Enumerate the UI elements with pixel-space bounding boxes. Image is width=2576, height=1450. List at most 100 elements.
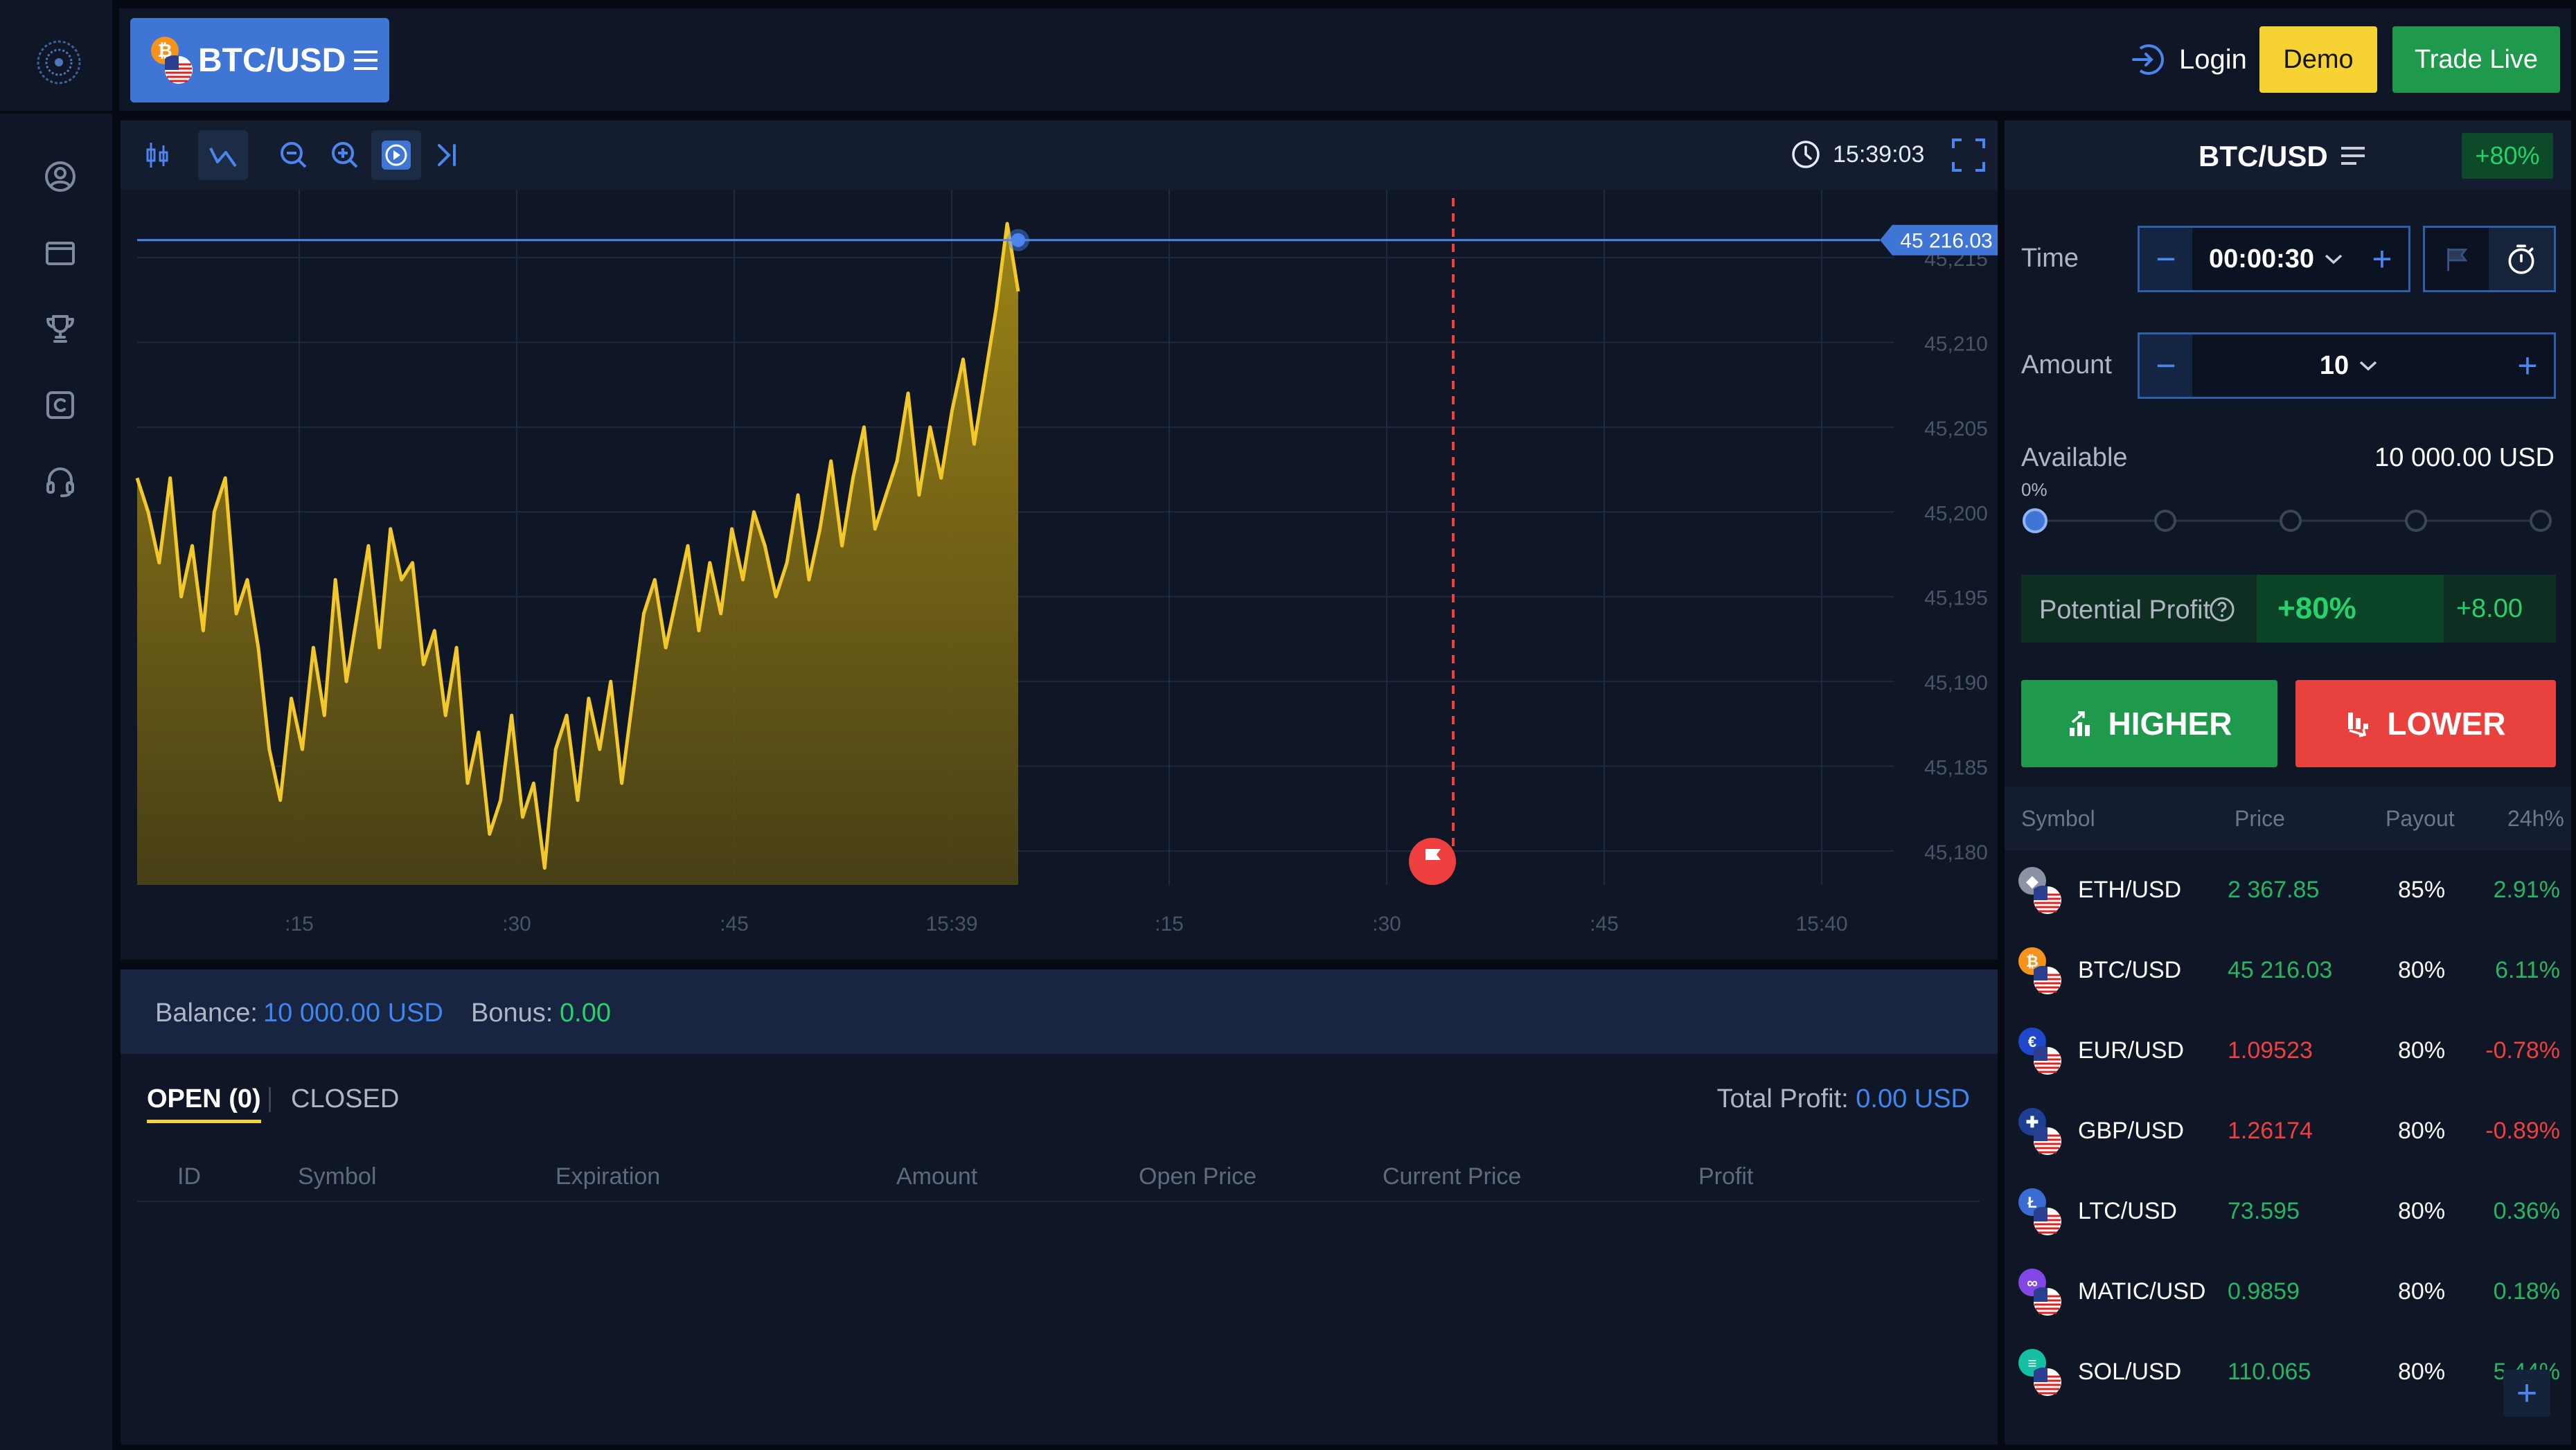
market-row[interactable]: Ł LTC/USD 73.595 80% 0.36% xyxy=(2005,1172,2571,1251)
market-symbol: GBP/USD xyxy=(2078,1118,2185,1144)
markets-list: Symbol Price Payout 24h% ◆ ETH/USD 2 367.8… xyxy=(2005,787,2571,1444)
clock-time: 15:39:03 xyxy=(1833,141,1925,168)
expiry-mode-toggle xyxy=(2423,226,2556,292)
menu-icon[interactable] xyxy=(2340,144,2366,168)
price-chart[interactable]: 45,21545,21045,20545,20045,19545,19045,1… xyxy=(121,190,1998,960)
payout-badge: +80% xyxy=(2462,133,2553,179)
zoom-in-tool[interactable] xyxy=(320,130,370,180)
amount-increase-button[interactable]: + xyxy=(2501,334,2554,397)
y-tick-label: 45,180 xyxy=(1924,841,1988,864)
market-payout: 85% xyxy=(2398,877,2446,903)
market-change: -0.78% xyxy=(2485,1037,2560,1064)
market-row[interactable]: ∞ MATIC/USD 0.9859 80% 0.18% xyxy=(2005,1252,2571,1332)
y-tick-label: 45,200 xyxy=(1924,502,1988,525)
col-24h: 24h% xyxy=(2507,806,2564,831)
login-icon xyxy=(2132,44,2164,75)
available-label: Available xyxy=(2021,443,2128,472)
symbol-selector-button[interactable]: ₿ BTC/USD xyxy=(130,18,389,102)
fullscreen-icon[interactable] xyxy=(1949,136,1988,174)
zoom-out-tool[interactable] xyxy=(269,130,319,180)
demo-button[interactable]: Demo xyxy=(2259,26,2377,93)
expiry-timer-button[interactable] xyxy=(2489,228,2554,290)
trade-panel: BTC/USD +80% Time − 00:00:30 + Amount − xyxy=(2005,120,2571,787)
market-payout: 80% xyxy=(2398,1359,2446,1385)
x-tick-label: :30 xyxy=(1372,913,1401,936)
col-symbol: Symbol xyxy=(2021,806,2095,831)
time-value-text: 00:00:30 xyxy=(2208,244,2315,274)
candlestick-icon xyxy=(146,143,168,168)
markets-header: Symbol Price Payout 24h% xyxy=(2005,787,2571,850)
market-row[interactable]: ≡SOL/USD110.06580%5.44% xyxy=(2005,1332,2571,1412)
time-decrease-button[interactable]: − xyxy=(2140,228,2192,290)
expiry-flag-button[interactable] xyxy=(2425,228,2490,290)
expiry-marker xyxy=(1409,838,1456,885)
chart-down-icon xyxy=(2348,713,2369,737)
market-payout: 80% xyxy=(2398,1037,2446,1064)
jump-to-latest-tool[interactable] xyxy=(423,130,472,180)
line-chart-tool[interactable] xyxy=(198,130,248,180)
x-tick-label: :30 xyxy=(502,913,531,936)
market-payout: 80% xyxy=(2398,1198,2446,1224)
col-expiration: Expiration xyxy=(556,1163,661,1190)
chart-up-icon xyxy=(2069,711,2090,736)
user-circle-icon xyxy=(45,161,75,192)
pair-icon: ≡ xyxy=(2018,1349,2061,1396)
market-change: 0.18% xyxy=(2493,1278,2560,1305)
login-button[interactable]: Login xyxy=(2131,30,2247,89)
market-row[interactable]: € EUR/USD 1.09523 80% -0.78% xyxy=(2005,1011,2571,1091)
market-price: 1.09523 xyxy=(2228,1037,2313,1064)
autoscroll-tool[interactable] xyxy=(371,130,421,180)
candles-tool[interactable] xyxy=(133,130,183,180)
higher-button[interactable]: HIGHER xyxy=(2021,680,2277,767)
pair-icon: ✚ xyxy=(2018,1108,2061,1155)
skip-end-icon xyxy=(438,144,456,166)
pair-icon: ◆ xyxy=(2018,867,2061,914)
x-tick-label: :45 xyxy=(1590,913,1619,936)
amount-value[interactable]: 10 xyxy=(2192,334,2505,397)
btc-usd-pair-icon: ₿ xyxy=(151,37,193,84)
market-row[interactable]: ₿ BTC/USD 45 216.03 80% 6.11% xyxy=(2005,931,2571,1010)
market-row[interactable]: ✚ GBP/USD 1.26174 80% -0.89% xyxy=(2005,1091,2571,1171)
amount-slider[interactable] xyxy=(2021,501,2555,540)
svg-text:Ł: Ł xyxy=(2027,1194,2036,1211)
pair-icon: Ł xyxy=(2018,1188,2061,1235)
col-open-price: Open Price xyxy=(1139,1163,1257,1190)
amount-decrease-button[interactable]: − xyxy=(2140,334,2192,397)
market-row[interactable]: ◆ ETH/USD 2 367.85 85% 2.91% xyxy=(2005,850,2571,930)
brand-logo[interactable] xyxy=(31,35,87,90)
tab-closed[interactable]: CLOSED xyxy=(291,1084,399,1114)
help-icon[interactable] xyxy=(2208,596,2236,623)
available-value: 10 000.00 USD xyxy=(2374,443,2555,472)
server-clock: 15:39:03 xyxy=(1790,138,1924,170)
nav-support[interactable] xyxy=(39,460,82,503)
time-increase-button[interactable]: + xyxy=(2356,228,2408,290)
trade-live-button[interactable]: Trade Live xyxy=(2392,26,2560,93)
nav-wallet[interactable] xyxy=(39,231,82,274)
chevron-down-icon xyxy=(2359,361,2377,371)
amount-value-text: 10 xyxy=(2319,350,2350,380)
tab-open[interactable]: OPEN (0) xyxy=(147,1084,261,1123)
rail-divider xyxy=(0,111,112,114)
market-price: 2 367.85 xyxy=(2228,877,2320,903)
price-area xyxy=(135,222,1020,885)
nav-copyright[interactable] xyxy=(39,384,82,427)
current-price-label: 45 216.03 xyxy=(1900,230,1992,253)
time-value[interactable]: 00:00:30 xyxy=(2192,228,2360,290)
lower-button[interactable]: LOWER xyxy=(2295,680,2556,767)
zoom-in-icon xyxy=(332,142,358,168)
col-id: ID xyxy=(177,1163,201,1190)
potential-profit-value: +8.00 xyxy=(2455,594,2523,623)
nav-tournaments[interactable] xyxy=(39,307,82,350)
svg-text:≡: ≡ xyxy=(2028,1354,2037,1372)
col-payout: Payout xyxy=(2386,806,2455,831)
svg-text:€: € xyxy=(2028,1033,2036,1050)
stopwatch-icon xyxy=(2508,244,2534,274)
flag-icon xyxy=(2447,248,2468,271)
market-change: 2.91% xyxy=(2493,877,2560,903)
add-symbol-button[interactable]: + xyxy=(2503,1370,2550,1417)
x-tick-label: :15 xyxy=(1155,913,1184,936)
copyright-icon xyxy=(46,391,74,419)
y-tick-label: 45,210 xyxy=(1924,332,1988,355)
nav-profile[interactable] xyxy=(39,155,82,198)
balance-bar: Balance: 10 000.00 USD Bonus: 0.00 xyxy=(121,969,1998,1054)
